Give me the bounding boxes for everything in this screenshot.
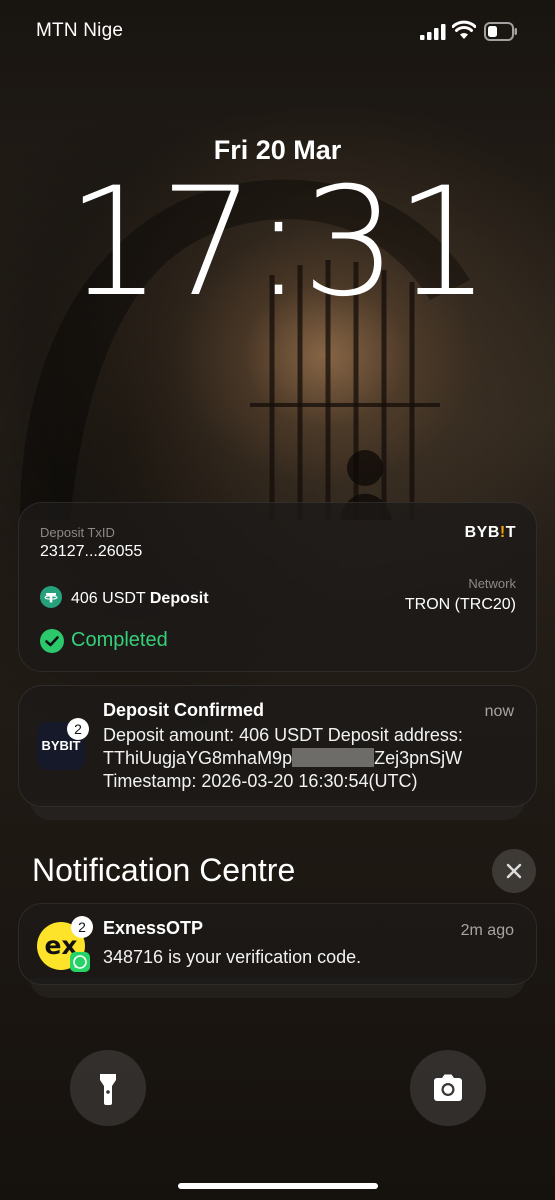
notification-count-badge: 2 — [71, 916, 93, 938]
check-circle-icon — [40, 629, 64, 653]
whatsapp-icon — [70, 952, 90, 972]
usdt-icon — [40, 586, 62, 608]
flashlight-icon — [100, 1074, 116, 1105]
notification-time: now — [484, 703, 514, 720]
camera-button[interactable] — [410, 1050, 486, 1126]
home-indicator[interactable] — [178, 1183, 378, 1189]
notification-title: ExnessOTP — [103, 918, 204, 938]
lock-clock: 17:31 — [66, 156, 490, 330]
txid-value: 23127...26055 — [40, 543, 143, 560]
camera-icon — [434, 1074, 462, 1101]
notification-time: 2m ago — [460, 922, 514, 939]
notification-body: 348716 is your verification code. — [103, 947, 362, 967]
redaction-bar — [292, 748, 375, 767]
close-icon[interactable] — [492, 849, 536, 893]
txid-label: Deposit TxID — [40, 525, 115, 540]
battery-icon — [484, 22, 517, 41]
deposit-amount: 406 USDT Deposit — [71, 590, 209, 607]
notification-exness-otp[interactable]: ex 2 ExnessOTP 2m ago 348716 is your ver… — [18, 903, 537, 985]
network-label: Network — [468, 576, 516, 591]
notification-body: Deposit amount: 406 USDT Deposit address… — [103, 725, 463, 791]
notification-count-badge: 2 — [67, 718, 89, 740]
status-completed: Completed — [71, 629, 168, 651]
wifi-icon — [452, 20, 476, 39]
bybit-live-activity[interactable]: Deposit TxID 23127...26055 BYB!T 406 USD… — [18, 502, 537, 672]
notification-deposit-confirmed[interactable]: BYBIT 2 Deposit Confirmed now Deposit am… — [18, 685, 537, 807]
signal-icon — [420, 24, 446, 40]
flashlight-button[interactable] — [70, 1050, 146, 1126]
network-value: TRON (TRC20) — [404, 596, 516, 613]
carrier-name: MTN Nige — [36, 20, 124, 41]
notification-title: Deposit Confirmed — [103, 700, 265, 720]
status-bar: MTN Nige — [0, 0, 555, 64]
notification-centre-title: Notification Centre — [32, 852, 296, 888]
bybit-logo: BYB!T — [464, 524, 516, 541]
